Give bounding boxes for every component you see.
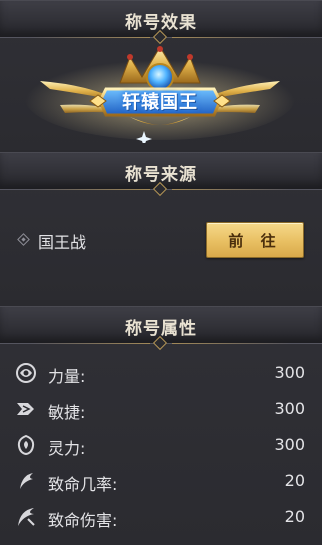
crit-chance-icon <box>20 473 33 489</box>
attribute-name: 灵力: <box>48 439 86 458</box>
attribute-value: 20 <box>284 471 305 490</box>
attribute-row-crit-chance: 致命几率: 20 <box>0 463 322 499</box>
attribute-row-crit-damage: 致命伤害: 20 <box>0 499 322 535</box>
attribute-list: 力量: 300 敏捷: 300 灵力: 300 致命几率: 20 致命伤害: 2… <box>0 355 322 535</box>
agility-icon <box>17 403 34 415</box>
header-ornament-line <box>172 343 292 344</box>
spirit-icon <box>17 434 35 456</box>
section-title-attributes: 称号属性 <box>125 319 197 339</box>
diamond-bullet-icon <box>17 233 30 246</box>
source-label: 国王战 <box>38 233 87 252</box>
title-effect-panel: 称号效果 轩辕国王 <box>0 0 322 150</box>
section-title-effect: 称号效果 <box>125 13 197 33</box>
attribute-row-agility: 敏捷: 300 <box>0 391 322 427</box>
attribute-value: 300 <box>274 435 305 454</box>
attribute-value: 20 <box>284 507 305 526</box>
section-header-attributes: 称号属性 <box>0 307 322 351</box>
strength-icon <box>16 363 36 383</box>
section-header-source: 称号来源 <box>0 153 322 197</box>
header-ornament-line <box>172 189 292 190</box>
header-ornament-line <box>30 189 150 190</box>
go-button[interactable]: 前 往 <box>206 222 304 258</box>
attribute-value: 300 <box>274 363 305 382</box>
source-row: 国王战 前 往 <box>0 219 322 263</box>
attribute-value: 300 <box>274 399 305 418</box>
attribute-row-spirit: 灵力: 300 <box>0 427 322 463</box>
section-title-source: 称号来源 <box>125 165 197 185</box>
attribute-name: 致命伤害: <box>48 511 118 530</box>
title-attributes-panel: 称号属性 力量: 300 敏捷: 300 灵力: 300 致命几率: 20 致命… <box>0 306 322 545</box>
header-ornament-line <box>172 37 292 38</box>
title-source-panel: 称号来源 国王战 前 往 <box>0 152 322 300</box>
section-header-effect: 称号效果 <box>0 1 322 45</box>
crit-damage-icon <box>18 508 35 526</box>
attribute-name: 敏捷: <box>48 403 86 422</box>
title-badge: 轩辕国王 <box>20 43 300 143</box>
attribute-row-strength: 力量: 300 <box>0 355 322 391</box>
attribute-name: 致命几率: <box>48 475 118 494</box>
badge-title-text: 轩辕国王 <box>122 92 198 113</box>
header-ornament-line <box>30 37 150 38</box>
attribute-name: 力量: <box>48 367 86 386</box>
header-ornament-line <box>30 343 150 344</box>
